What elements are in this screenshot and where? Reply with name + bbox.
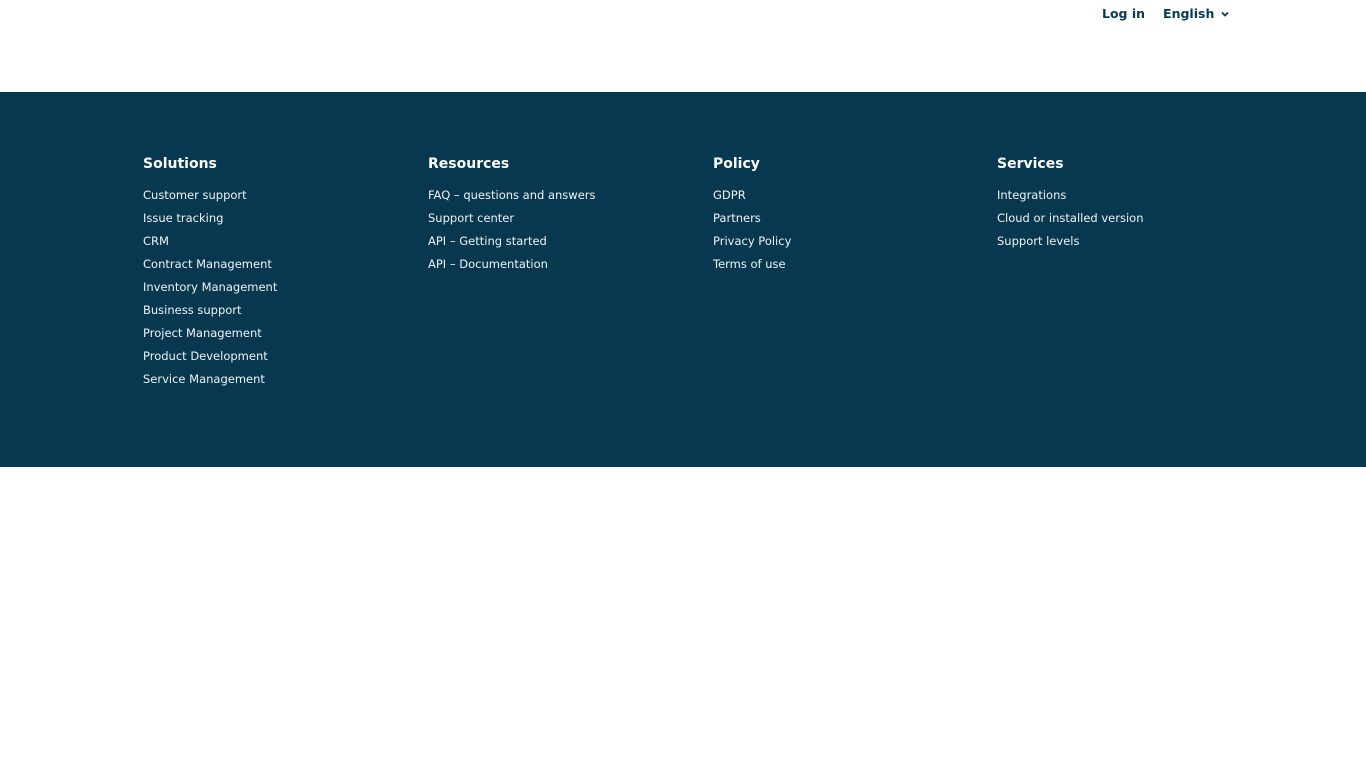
footer-link-list: Customer support Issue tracking CRM Cont…	[143, 184, 277, 391]
footer-link[interactable]: Support center	[428, 211, 514, 225]
footer-column-resources: Resources FAQ – questions and answers Su…	[428, 154, 596, 276]
site-footer: Solutions Customer support Issue trackin…	[0, 92, 1366, 467]
footer-column-title: Services	[997, 156, 1064, 172]
language-selector[interactable]: English	[1163, 6, 1230, 21]
footer-link[interactable]: Issue tracking	[143, 211, 223, 225]
footer-link[interactable]: Customer support	[143, 188, 247, 202]
footer-link[interactable]: Contract Management	[143, 257, 272, 271]
footer-link[interactable]: API – Getting started	[428, 234, 547, 248]
footer-link[interactable]: Privacy Policy	[713, 234, 791, 248]
footer-link[interactable]: GDPR	[713, 188, 746, 202]
footer-column-title: Solutions	[143, 156, 217, 172]
footer-link-list: Integrations Cloud or installed version …	[997, 184, 1144, 253]
footer-link[interactable]: Service Management	[143, 372, 265, 386]
footer-link[interactable]: Integrations	[997, 188, 1066, 202]
footer-link[interactable]: Support levels	[997, 234, 1079, 248]
footer-link[interactable]: Terms of use	[713, 257, 786, 271]
top-bar: Log in English	[0, 0, 1366, 92]
footer-link[interactable]: Business support	[143, 303, 242, 317]
footer-link[interactable]: Project Management	[143, 326, 262, 340]
footer-link[interactable]: FAQ – questions and answers	[428, 188, 596, 202]
footer-column-services: Services Integrations Cloud or installed…	[997, 154, 1144, 253]
login-link[interactable]: Log in	[1102, 6, 1145, 21]
footer-link[interactable]: API – Documentation	[428, 257, 548, 271]
footer-link[interactable]: Partners	[713, 211, 761, 225]
footer-column-title: Resources	[428, 156, 510, 172]
footer-link-list: FAQ – questions and answers Support cent…	[428, 184, 596, 276]
footer-link[interactable]: CRM	[143, 234, 169, 248]
footer-link[interactable]: Product Development	[143, 349, 268, 363]
chevron-down-icon	[1221, 11, 1229, 17]
footer-column-solutions: Solutions Customer support Issue trackin…	[143, 154, 277, 391]
footer-column-title: Policy	[713, 156, 760, 172]
footer-link[interactable]: Inventory Management	[143, 280, 277, 294]
language-selected: English	[1163, 6, 1215, 21]
footer-link-list: GDPR Partners Privacy Policy Terms of us…	[713, 184, 791, 276]
top-nav: Log in English	[1102, 6, 1230, 21]
footer-column-policy: Policy GDPR Partners Privacy Policy Term…	[713, 154, 791, 276]
footer-link[interactable]: Cloud or installed version	[997, 211, 1144, 225]
